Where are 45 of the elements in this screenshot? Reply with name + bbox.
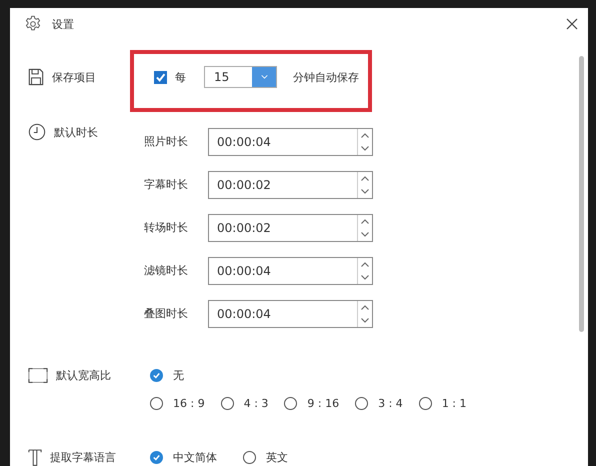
caret-icon — [260, 75, 268, 79]
radio-button[interactable] — [355, 396, 368, 410]
time-spinbox[interactable]: 00:00:02 — [208, 214, 373, 242]
duration-label: 滤镜时长 — [144, 263, 189, 278]
scrollbar-thumb[interactable] — [579, 56, 584, 332]
radio-button[interactable] — [284, 396, 298, 410]
checkbox[interactable] — [154, 70, 167, 84]
check-icon — [152, 452, 161, 462]
radio-button[interactable] — [418, 396, 432, 410]
suffix-label: 分钟自动保存 — [293, 70, 359, 84]
close-button[interactable] — [564, 16, 580, 32]
time-spinbox[interactable]: 00:00:04 — [208, 128, 373, 156]
prefix-label: 每 — [175, 70, 186, 84]
option-label: 中文简体 — [173, 450, 217, 464]
option-label: 16 : 9 — [173, 396, 205, 410]
duration-label: 转场时长 — [144, 220, 189, 235]
time-spinbox[interactable]: 00:00:04 — [208, 256, 373, 284]
text-icon — [28, 448, 42, 466]
aspect-ratio-icon — [28, 366, 48, 384]
option-label: 英文 — [266, 450, 288, 464]
settings-icon — [24, 15, 42, 33]
option-label: 1 : 1 — [442, 396, 467, 410]
duration-label: 叠图时长 — [144, 306, 189, 321]
option-label: 9 : 16 — [307, 396, 340, 410]
radio-button[interactable] — [150, 450, 163, 464]
check-icon — [155, 72, 166, 82]
radio-button[interactable] — [150, 396, 163, 410]
window-title: 设置 — [52, 16, 74, 32]
duration-label: 照片时长 — [144, 134, 189, 149]
check-icon — [152, 370, 161, 380]
time-spinbox[interactable]: 00:00:02 — [208, 170, 373, 198]
section-label: 保存项目 — [52, 70, 96, 84]
section-label: 默认时长 — [54, 124, 98, 140]
minutes-dropdown[interactable]: 15 — [204, 66, 277, 88]
section-label: 默认宽高比 — [56, 368, 111, 382]
duration-label: 字幕时长 — [144, 177, 189, 192]
time-spinbox[interactable]: 00:00:04 — [208, 300, 373, 328]
radio-button[interactable] — [243, 450, 256, 464]
option-label: 无 — [173, 368, 184, 382]
section-label: 提取字幕语言 — [50, 450, 116, 464]
radio-button[interactable] — [150, 368, 163, 382]
radio-button[interactable] — [220, 396, 234, 410]
option-label: 4 : 3 — [244, 396, 268, 410]
clock-icon — [28, 123, 46, 141]
option-label: 3 : 4 — [378, 396, 403, 410]
